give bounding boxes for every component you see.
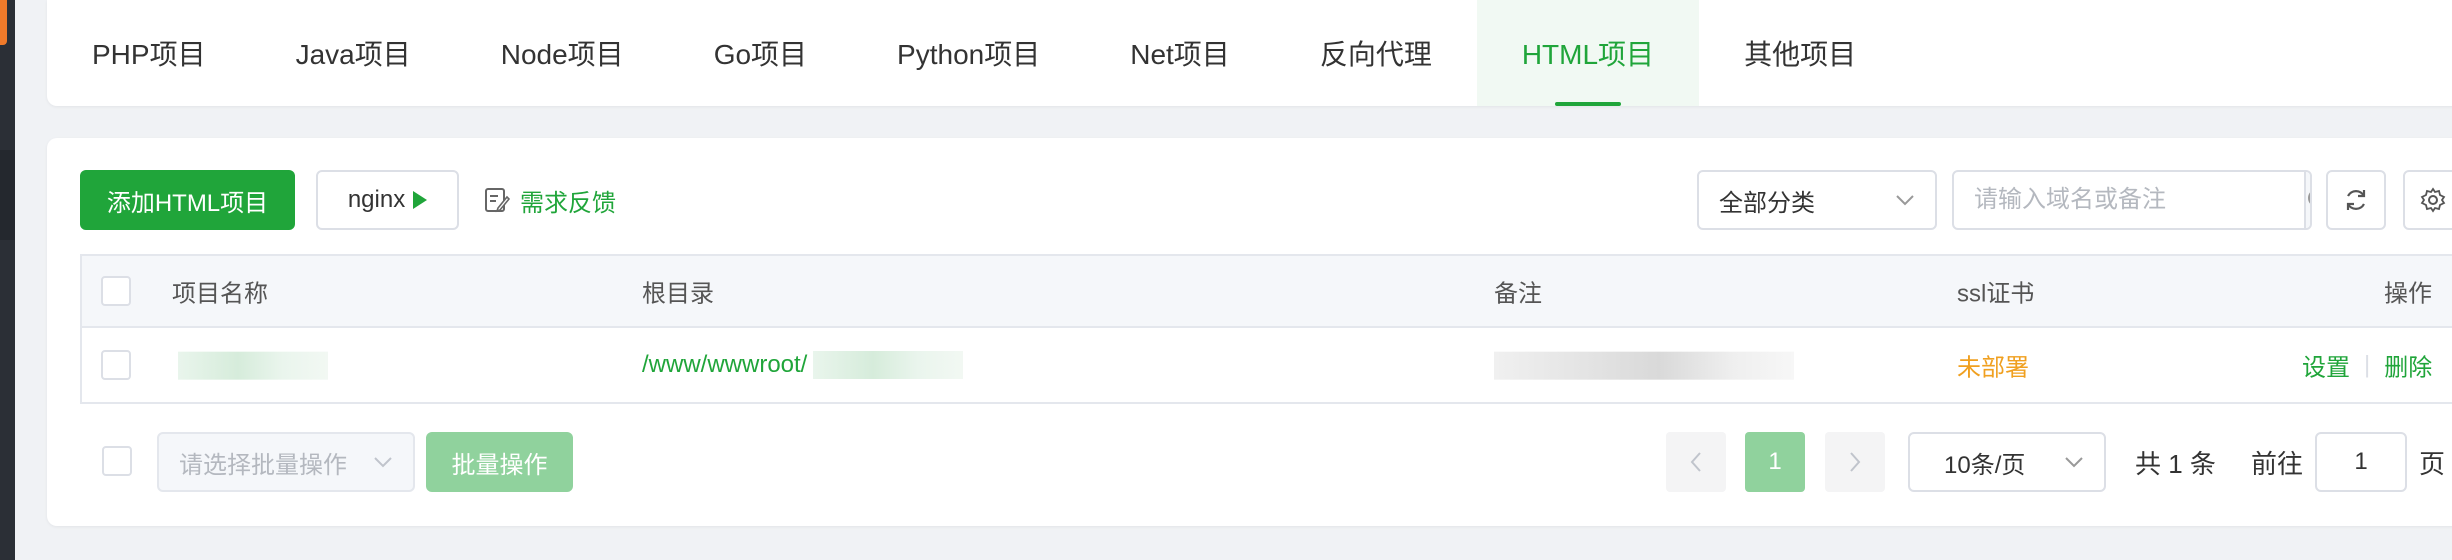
chevron-right-icon [1850, 452, 1861, 472]
chevron-down-icon [1896, 195, 1914, 206]
tab-html[interactable]: HTML项目 [1476, 0, 1700, 106]
root-dir-link[interactable]: /www/wwwroot/ [642, 351, 964, 379]
table-header: 项目名称 根目录 备注 ssl证书 操作 [82, 256, 2452, 328]
batch-select-placeholder: 请选择批量操作 [179, 451, 347, 479]
header-root-dir: 根目录 [642, 280, 714, 308]
ops-separator: | [2364, 351, 2371, 378]
page-size-select[interactable]: 10条/页 [1908, 432, 2106, 492]
next-page-button[interactable] [1825, 432, 1885, 492]
total-count: 共 1 条 [2135, 448, 2216, 479]
page-number-current[interactable]: 1 [1745, 432, 1805, 492]
goto-page: 前往 页 [2251, 432, 2445, 492]
select-all-checkbox[interactable] [101, 276, 131, 306]
tab-python[interactable]: Python项目 [852, 0, 1085, 106]
header-ssl: ssl证书 [1957, 280, 2035, 308]
category-select[interactable]: 全部分类 [1697, 170, 1937, 230]
row-checkbox[interactable] [101, 350, 131, 380]
tab-other[interactable]: 其他项目 [1699, 0, 1901, 106]
search-input[interactable] [1954, 172, 2304, 228]
feedback-link[interactable]: 需求反馈 [484, 170, 616, 230]
tab-java[interactable]: Java项目 [251, 0, 456, 106]
goto-label: 前往 [2251, 448, 2304, 479]
settings-link[interactable]: 设置 [2302, 348, 2350, 383]
search-button[interactable] [2304, 172, 2310, 228]
delete-link[interactable]: 删除 [2384, 348, 2432, 383]
goto-page-input[interactable] [2315, 432, 2408, 492]
sidebar-active-band [0, 150, 15, 240]
tab-php[interactable]: PHP项目 [47, 0, 251, 106]
project-list-panel: 添加HTML项目 nginx 需求反馈 全部分类 请输入域名或备注 项目名称 根… [47, 138, 2452, 526]
search-icon [2308, 192, 2310, 204]
chevron-left-icon [1690, 452, 1701, 472]
batch-operation-button[interactable]: 批量操作 [426, 432, 573, 492]
sidebar-logo-mark [0, 0, 7, 45]
project-type-tabs: PHP项目 Java项目 Node项目 Go项目 Python项目 Net项目 … [47, 0, 2452, 106]
prev-page-button[interactable] [1666, 432, 1726, 492]
nginx-label: nginx [347, 186, 406, 213]
note-redacted[interactable] [1494, 351, 1794, 380]
tab-go[interactable]: Go项目 [669, 0, 852, 106]
gear-icon [2420, 187, 2446, 213]
search-box [1952, 170, 2312, 230]
row-operations: 设置 | 删除 [2302, 348, 2432, 383]
edit-document-icon [485, 188, 510, 213]
category-select-value: 全部分类 [1719, 189, 1815, 217]
project-table: 项目名称 根目录 备注 ssl证书 操作 /www/wwwroot/ 未部署 设… [80, 254, 2452, 404]
refresh-button[interactable] [2326, 170, 2386, 230]
add-html-project-button[interactable]: 添加HTML项目 [80, 170, 295, 230]
page-size-value: 10条/页 [1944, 451, 2026, 479]
batch-operation-select[interactable]: 请选择批量操作 [157, 432, 415, 492]
chevron-down-icon [2065, 457, 2083, 468]
tab-reverse-proxy[interactable]: 反向代理 [1275, 0, 1477, 106]
batch-operation-label: 批量操作 [451, 451, 548, 479]
header-project-name: 项目名称 [172, 280, 268, 308]
tab-node[interactable]: Node项目 [456, 0, 669, 106]
footer-select-all-checkbox[interactable] [102, 446, 132, 476]
tab-net[interactable]: Net项目 [1085, 0, 1275, 106]
ssl-status[interactable]: 未部署 [1957, 348, 2029, 383]
nginx-button[interactable]: nginx [316, 170, 459, 230]
project-name-redacted[interactable] [178, 351, 328, 380]
root-dir-prefix: /www/wwwroot/ [642, 351, 808, 378]
left-sidebar-edge [0, 0, 15, 560]
settings-button[interactable] [2403, 170, 2452, 230]
chevron-down-icon [374, 457, 392, 468]
table-row: /www/wwwroot/ 未部署 设置 | 删除 [82, 328, 2452, 402]
header-note: 备注 [1494, 280, 1542, 308]
play-icon [413, 191, 428, 209]
goto-suffix: 页 [2419, 448, 2446, 479]
header-operations: 操作 [2384, 280, 2432, 308]
root-dir-redacted [813, 351, 964, 379]
add-html-project-label: 添加HTML项目 [106, 189, 269, 217]
feedback-label: 需求反馈 [520, 189, 616, 217]
refresh-icon [2346, 190, 2366, 210]
